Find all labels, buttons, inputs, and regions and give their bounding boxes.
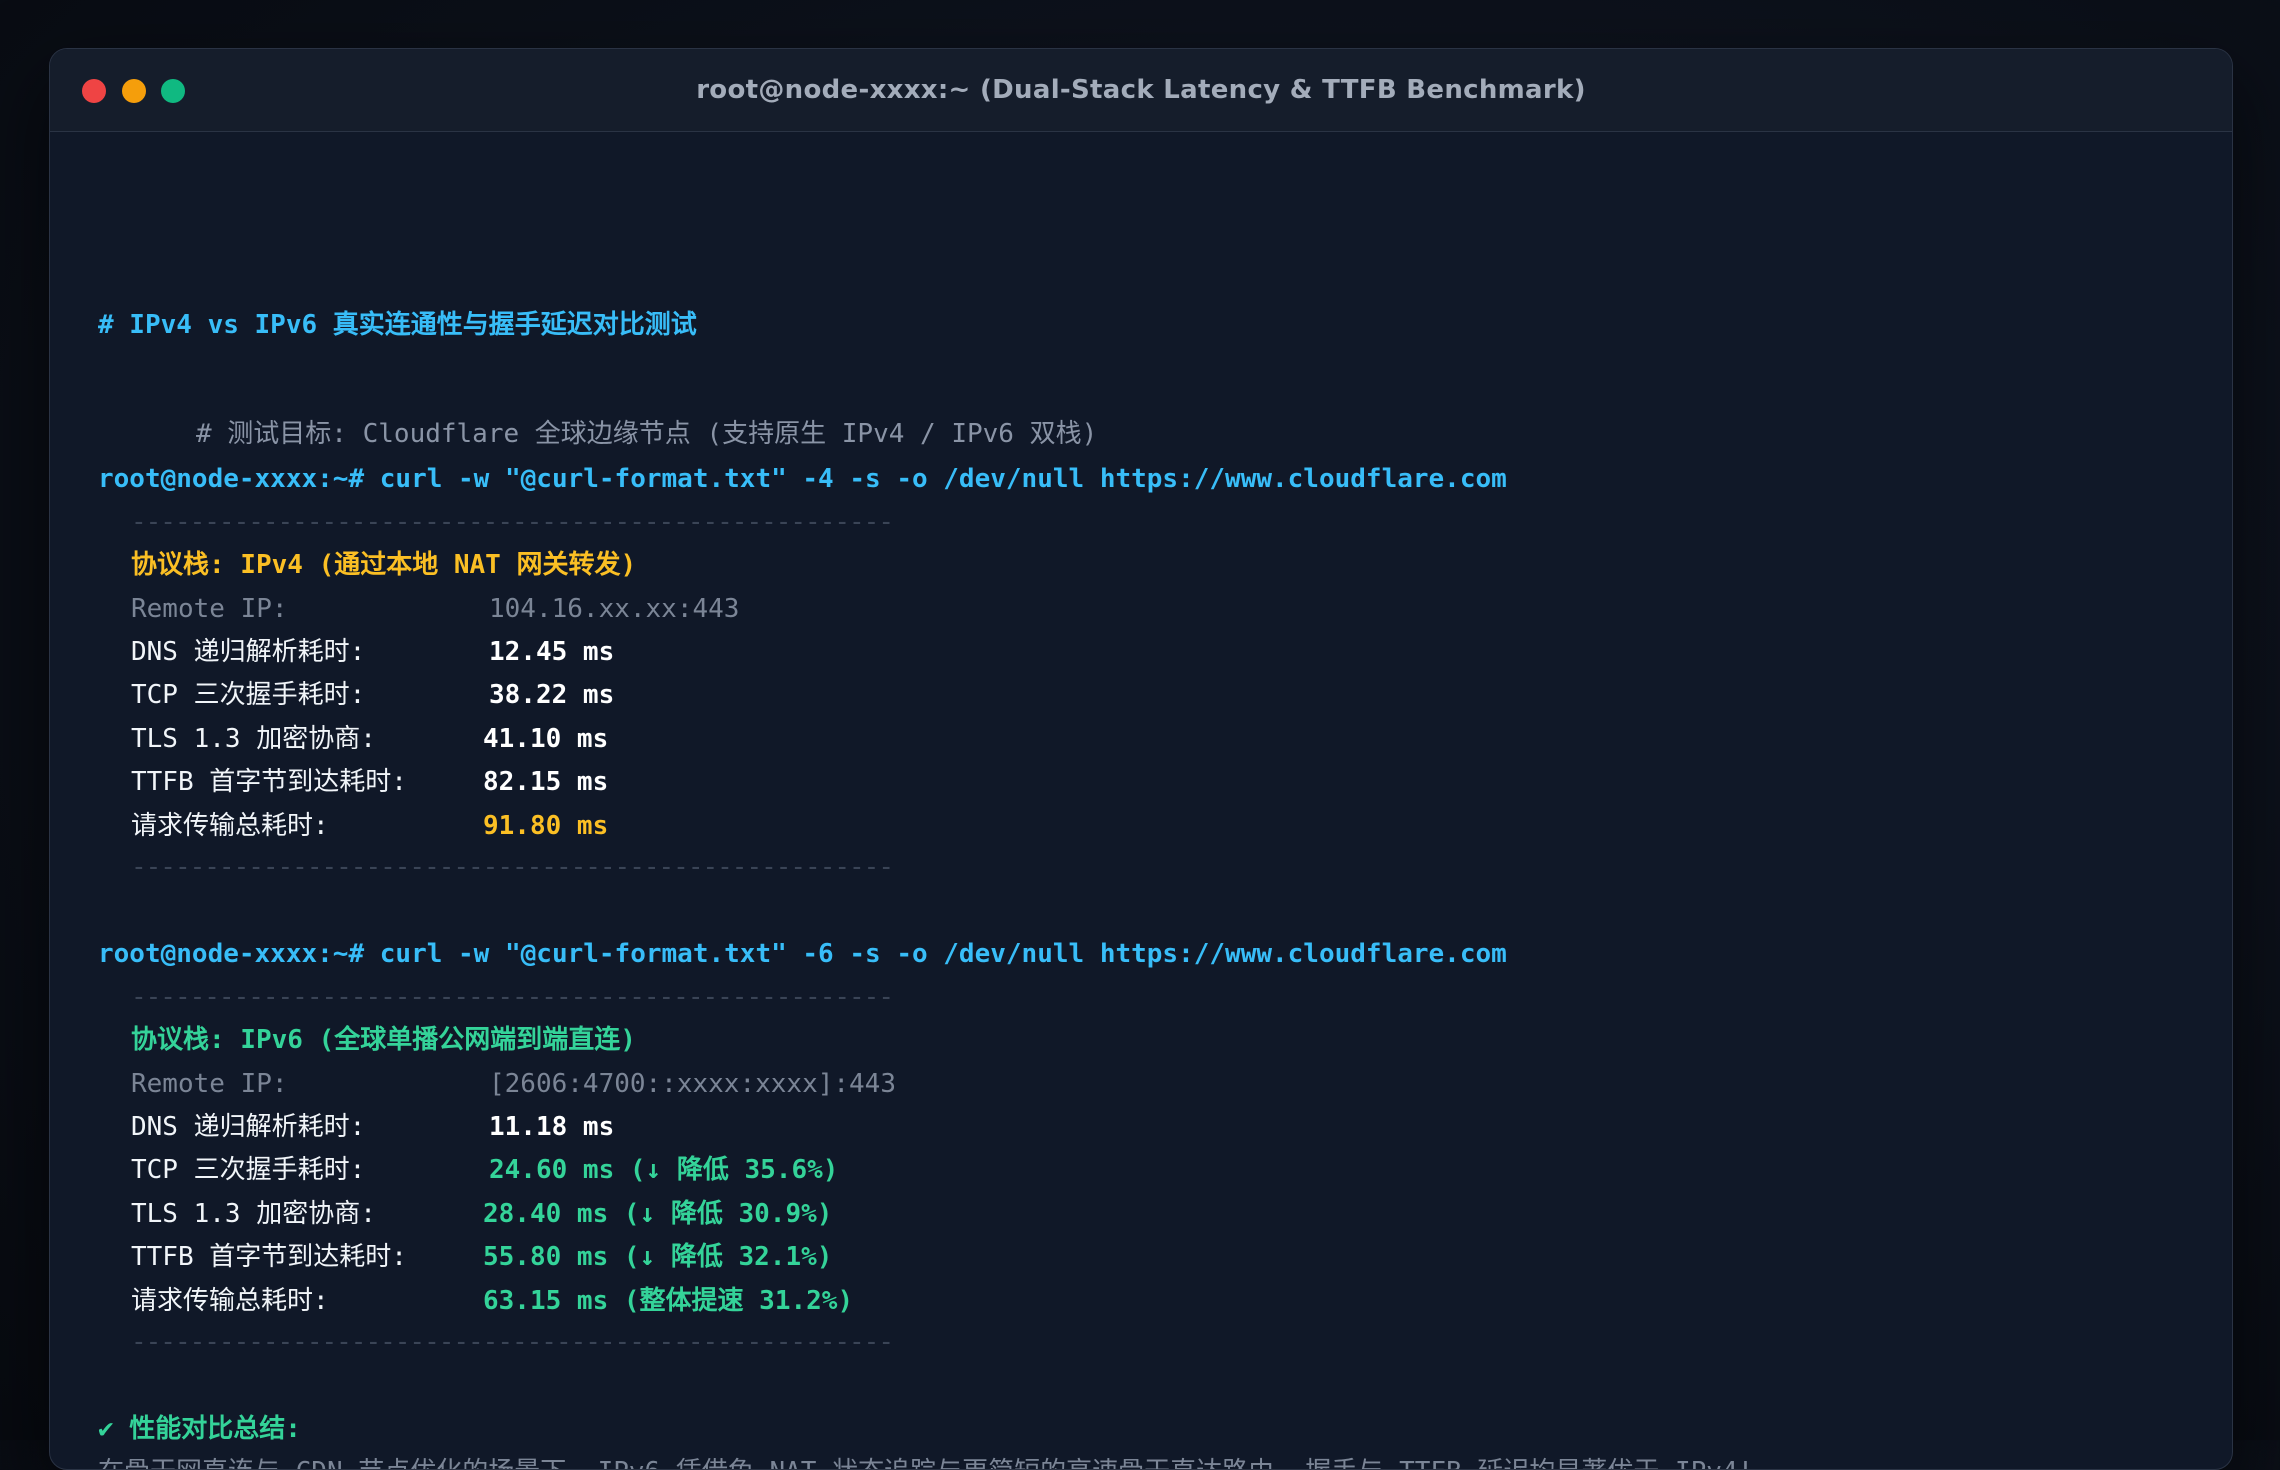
divider: ----------------------------------------… [131,982,894,1012]
tcp-value: 24.60 ms (↓ 降低 35.6%) [489,1155,839,1185]
terminal-output[interactable]: # IPv4 vs IPv6 真实连通性与握手延迟对比测试 # 测试目标: Cl… [50,131,2232,1469]
tcp-label: TCP 三次握手耗时: [131,680,366,710]
divider: ----------------------------------------… [131,507,894,537]
ipv4-stack-label: 协议栈: IPv4 (通过本地 NAT 网关转发) [131,550,637,580]
dns-value: 11.18 ms [489,1112,615,1142]
tcp-value: 38.22 ms [489,680,615,710]
terminal-window: root@node-xxxx:~ (Dual-Stack Latency & T… [49,48,2233,1470]
dns-label: DNS 递归解析耗时: [131,637,366,667]
remote-ip-value: 104.16.xx.xx:443 [489,594,740,624]
total-value: 63.15 ms (整体提速 31.2%) [483,1286,854,1316]
ipv4-command-line: root@node-xxxx:~# curl -w "@curl-format.… [98,464,1507,494]
tls-label: TLS 1.3 加密协商: [131,1199,376,1229]
tcp-label: TCP 三次握手耗时: [131,1155,366,1185]
ipv6-stack-label: 协议栈: IPv6 (全球单播公网端到端直连) [131,1025,636,1055]
ttfb-value: 82.15 ms [483,767,609,797]
ttfb-value: 55.80 ms (↓ 降低 32.1%) [483,1242,833,1272]
tls-value: 28.40 ms (↓ 降低 30.9%) [483,1199,833,1229]
summary-text: 在骨干网直连与 CDN 节点优化的场景下, IPv6 凭借免 NAT 状态追踪与… [98,1455,1753,1469]
dns-label: DNS 递归解析耗时: [131,1112,366,1142]
title-bar: root@node-xxxx:~ (Dual-Stack Latency & T… [50,49,2232,132]
divider: ----------------------------------------… [131,852,894,882]
dns-value: 12.45 ms [489,637,615,667]
ipv6-command-line: root@node-xxxx:~# curl -w "@curl-format.… [98,939,1507,969]
window-title: root@node-xxxx:~ (Dual-Stack Latency & T… [696,75,1586,105]
ttfb-label: TTFB 首字节到达耗时: [131,1242,407,1272]
total-value: 91.80 ms [483,811,609,841]
remote-ip-label: Remote IP: [131,594,288,624]
section-heading: # IPv4 vs IPv6 真实连通性与握手延迟对比测试 [98,310,697,340]
divider: ----------------------------------------… [131,1327,894,1357]
ttfb-label: TTFB 首字节到达耗时: [131,767,407,797]
remote-ip-label: Remote IP: [131,1069,288,1099]
total-label: 请求传输总耗时: [131,811,329,841]
tls-label: TLS 1.3 加密协商: [131,724,376,754]
test-target-comment: # 测试目标: Cloudflare 全球边缘节点 (支持原生 IPv4 / I… [196,419,1098,449]
remote-ip-value: [2606:4700::xxxx:xxxx]:443 [489,1069,896,1099]
total-label: 请求传输总耗时: [131,1286,329,1316]
tls-value: 41.10 ms [483,724,609,754]
summary-title: ✔ 性能对比总结: [98,1414,301,1444]
